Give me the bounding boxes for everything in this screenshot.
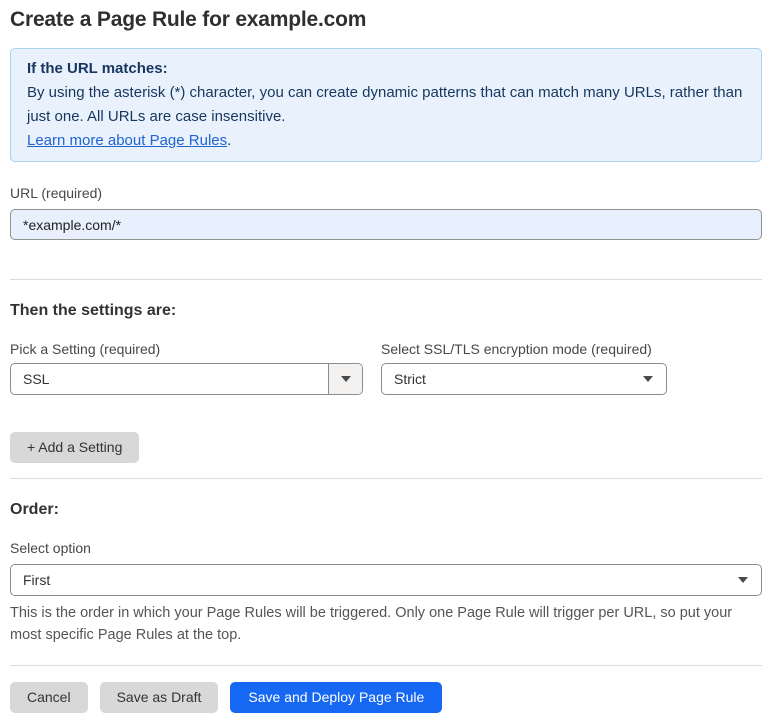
link-period: . — [227, 132, 232, 149]
ssl-mode-select[interactable]: Strict — [381, 363, 667, 395]
order-select-label: Select option — [10, 540, 91, 556]
add-setting-button[interactable]: + Add a Setting — [10, 432, 140, 463]
setting-select[interactable]: SSL — [10, 363, 363, 395]
chevron-down-icon — [340, 376, 351, 382]
url-match-info-box: If the URL matches: By using the asteris… — [10, 48, 762, 162]
ssl-mode-field: Select SSL/TLS encryption mode (required… — [381, 341, 667, 395]
setting-select-label: Pick a Setting (required) — [10, 341, 161, 357]
order-help-text: This is the order in which your Page Rul… — [10, 605, 733, 643]
info-box-heading: If the URL matches: — [27, 60, 168, 77]
url-label: URL (required) — [10, 185, 103, 201]
setting-select-value: SSL — [23, 371, 50, 387]
chevron-down-icon — [738, 577, 748, 583]
add-setting-row: + Add a Setting — [10, 432, 762, 463]
order-section-heading: Order: — [10, 501, 59, 518]
settings-fields-row: Pick a Setting (required) SSL Select SSL… — [10, 341, 762, 395]
ssl-mode-select-label: Select SSL/TLS encryption mode (required… — [381, 341, 652, 357]
dropdown-arrow-box — [328, 364, 362, 394]
info-box-link-line: Learn more about Page Rules. — [27, 129, 745, 153]
order-select-value: First — [23, 572, 51, 588]
url-input[interactable] — [10, 209, 762, 240]
setting-field: Pick a Setting (required) SSL — [10, 341, 363, 395]
page-title: Create a Page Rule for example.com — [10, 8, 367, 31]
divider — [10, 279, 762, 280]
footer-actions: Cancel Save as Draft Save and Deploy Pag… — [10, 682, 762, 713]
info-box-body: By using the asterisk (*) character, you… — [27, 84, 743, 125]
settings-section-heading: Then the settings are: — [10, 302, 177, 319]
save-as-draft-button[interactable]: Save as Draft — [99, 682, 219, 713]
divider — [10, 665, 762, 666]
save-and-deploy-button[interactable]: Save and Deploy Page Rule — [230, 682, 443, 713]
learn-more-link[interactable]: Learn more about Page Rules — [27, 132, 227, 149]
chevron-down-icon — [643, 376, 653, 382]
divider — [10, 478, 762, 479]
create-page-rule-form: Create a Page Rule for example.com If th… — [0, 0, 772, 713]
cancel-button[interactable]: Cancel — [10, 682, 88, 713]
order-select[interactable]: First — [10, 564, 762, 596]
order-field: Select option First This is the order in… — [10, 540, 762, 646]
ssl-mode-select-value: Strict — [394, 371, 426, 387]
